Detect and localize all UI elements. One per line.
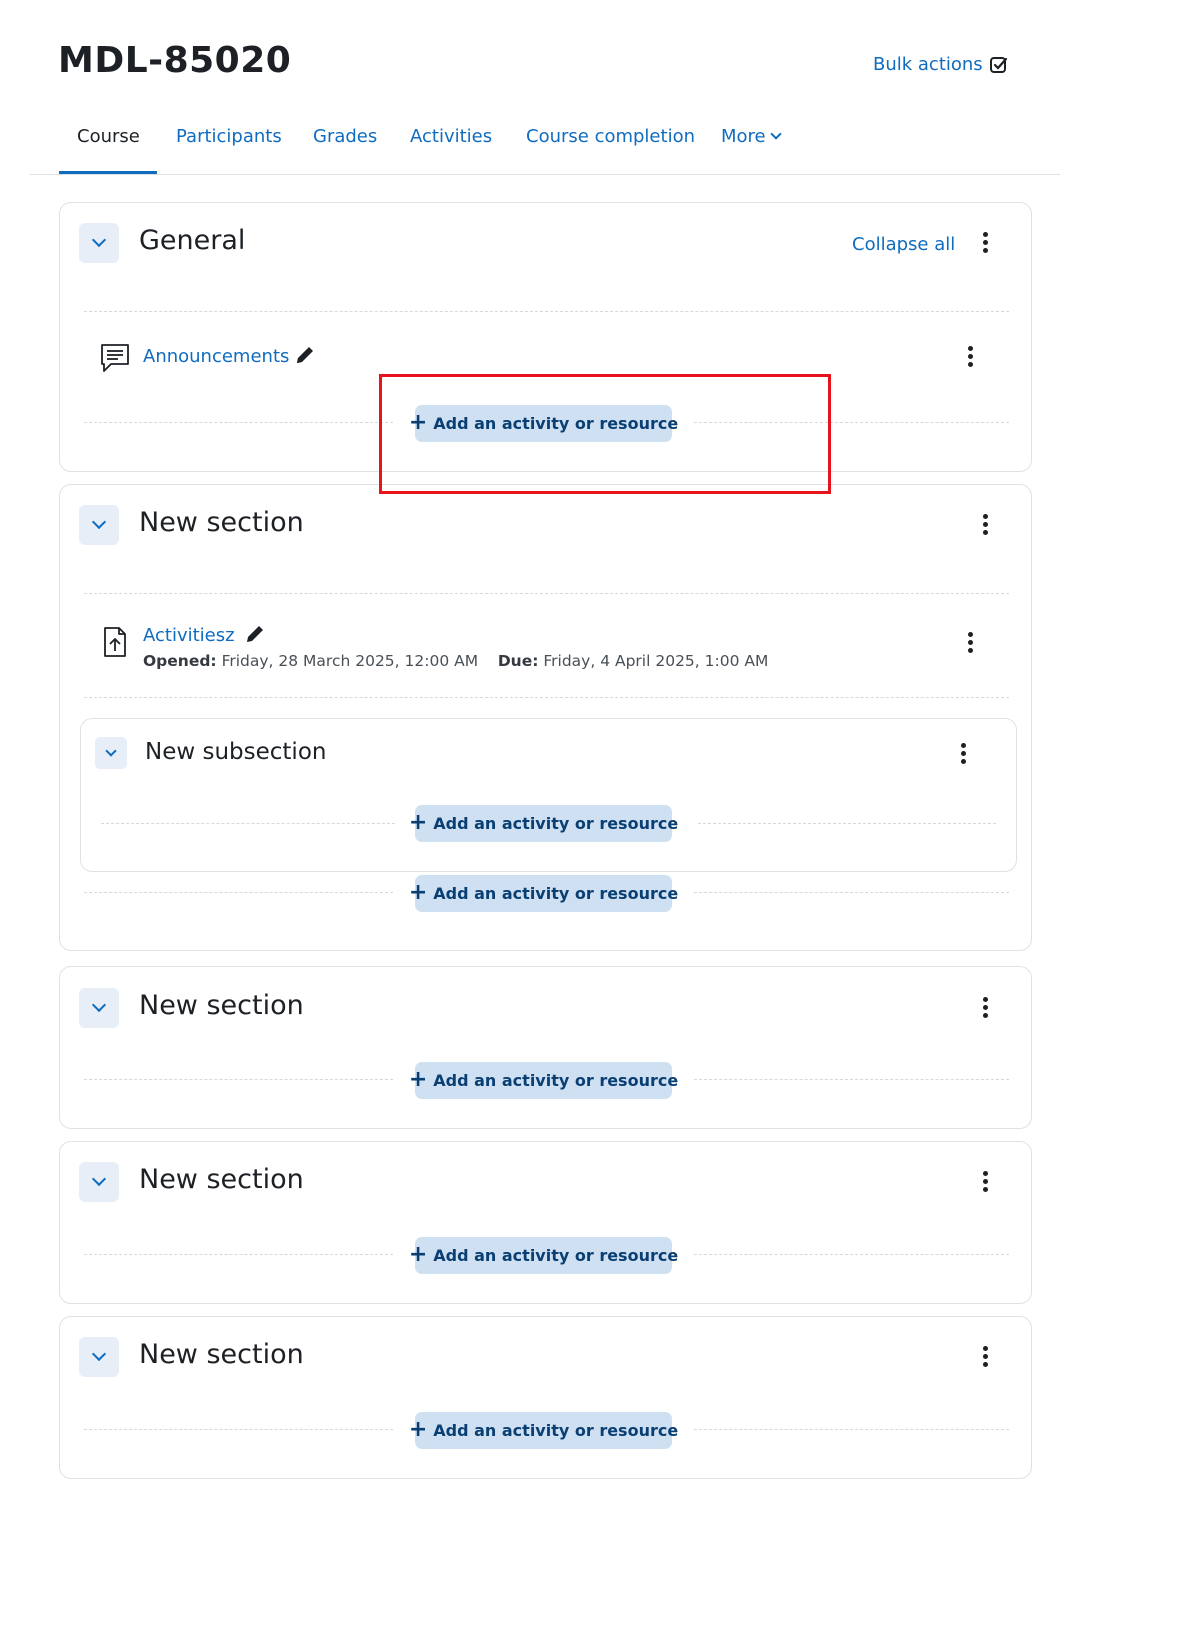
add-activity-button[interactable]: + Add an activity or resource xyxy=(409,875,678,912)
add-activity-label: Add an activity or resource xyxy=(433,884,679,903)
divider xyxy=(84,311,1009,312)
chevron-down-icon xyxy=(91,232,107,248)
tab-grades[interactable]: Grades xyxy=(313,126,377,147)
collapse-all-link[interactable]: Collapse all xyxy=(852,234,955,255)
divider xyxy=(84,1254,393,1255)
divider xyxy=(698,823,996,824)
section-title: General xyxy=(139,225,246,256)
section-title: New section xyxy=(139,990,304,1021)
activity-menu-icon[interactable] xyxy=(958,342,982,370)
active-tab-indicator xyxy=(59,171,157,174)
section-title: New section xyxy=(139,507,304,538)
subsection-menu-icon[interactable] xyxy=(951,739,975,767)
subsection-new-subsection: New subsection + Add an activity or resou… xyxy=(80,718,1017,872)
course-tabs: Course Participants Grades Activities Co… xyxy=(30,112,1060,175)
opened-label: Opened: xyxy=(143,652,217,670)
subsection-toggle-button[interactable] xyxy=(95,737,127,769)
section-toggle-button[interactable] xyxy=(79,223,119,263)
add-activity-button[interactable]: + Add an activity or resource xyxy=(409,805,678,842)
section-menu-icon[interactable] xyxy=(973,1167,997,1195)
edit-pencil-icon[interactable] xyxy=(294,344,316,366)
section-menu-icon[interactable] xyxy=(973,510,997,538)
section-title: New section xyxy=(139,1339,304,1370)
tab-more[interactable]: More xyxy=(721,126,782,147)
divider xyxy=(694,1079,1009,1080)
section-menu-icon[interactable] xyxy=(973,1342,997,1370)
add-activity-label: Add an activity or resource xyxy=(433,814,679,833)
add-activity-label: Add an activity or resource xyxy=(433,1246,679,1265)
assignment-icon xyxy=(104,627,126,657)
divider xyxy=(694,1254,1009,1255)
plus-icon: + xyxy=(408,409,428,435)
chevron-down-icon xyxy=(769,128,782,140)
section-toggle-button[interactable] xyxy=(79,1162,119,1202)
section-general: General Collapse all Announcements + Add … xyxy=(59,202,1032,472)
section-menu-icon[interactable] xyxy=(973,993,997,1021)
section-new-section: New section + Add an activity or resource xyxy=(59,1316,1032,1479)
subsection-title: New subsection xyxy=(145,739,327,765)
bulk-actions-label: Bulk actions xyxy=(873,54,983,75)
add-activity-button[interactable]: + Add an activity or resource xyxy=(409,1412,678,1449)
plus-icon: + xyxy=(408,809,428,835)
chevron-down-icon xyxy=(91,1171,107,1187)
tab-participants[interactable]: Participants xyxy=(176,126,282,147)
bulk-edit-icon xyxy=(989,56,1007,73)
divider xyxy=(694,1429,1009,1430)
chevron-down-icon xyxy=(91,997,107,1013)
section-new-section: New section + Add an activity or resource xyxy=(59,1141,1032,1304)
add-activity-label: Add an activity or resource xyxy=(433,414,679,433)
bulk-actions-button[interactable]: Bulk actions xyxy=(873,54,1009,75)
divider xyxy=(84,1429,393,1430)
tab-activities[interactable]: Activities xyxy=(410,126,492,147)
section-toggle-button[interactable] xyxy=(79,505,119,545)
plus-icon: + xyxy=(408,1416,428,1442)
add-activity-button[interactable]: + Add an activity or resource xyxy=(409,1062,678,1099)
activity-dates: Opened: Friday, 28 March 2025, 12:00 AM … xyxy=(143,652,768,670)
section-menu-icon[interactable] xyxy=(973,228,997,256)
section-toggle-button[interactable] xyxy=(79,988,119,1028)
divider xyxy=(84,593,1009,594)
forum-icon xyxy=(101,344,129,372)
chevron-down-icon xyxy=(91,514,107,530)
section-new-section: New section + Add an activity or resource xyxy=(59,966,1032,1129)
due-value: Friday, 4 April 2025, 1:00 AM xyxy=(543,652,769,670)
section-title: New section xyxy=(139,1164,304,1195)
divider xyxy=(84,697,1009,698)
tab-more-label: More xyxy=(721,126,766,147)
activity-link-activitiesz[interactable]: Activitiesz xyxy=(143,625,235,646)
divider xyxy=(101,823,395,824)
plus-icon: + xyxy=(408,879,428,905)
plus-icon: + xyxy=(408,1066,428,1092)
divider xyxy=(84,892,393,893)
add-activity-label: Add an activity or resource xyxy=(433,1421,679,1440)
add-activity-button[interactable]: + Add an activity or resource xyxy=(409,405,678,442)
chevron-down-icon xyxy=(91,1346,107,1362)
activity-link-announcements[interactable]: Announcements xyxy=(143,346,289,367)
add-activity-button[interactable]: + Add an activity or resource xyxy=(409,1237,678,1274)
tab-course-completion[interactable]: Course completion xyxy=(526,126,695,147)
due-label: Due: xyxy=(497,652,539,670)
page-title: MDL-85020 xyxy=(58,40,292,81)
divider xyxy=(694,422,1009,423)
divider xyxy=(84,422,393,423)
add-activity-label: Add an activity or resource xyxy=(433,1071,679,1090)
section-toggle-button[interactable] xyxy=(79,1337,119,1377)
activity-menu-icon[interactable] xyxy=(958,628,982,656)
divider xyxy=(694,892,1009,893)
divider xyxy=(84,1079,393,1080)
opened-value: Friday, 28 March 2025, 12:00 AM xyxy=(221,652,479,670)
chevron-down-icon xyxy=(105,745,117,757)
edit-pencil-icon[interactable] xyxy=(244,623,266,645)
tab-course[interactable]: Course xyxy=(77,126,140,147)
plus-icon: + xyxy=(408,1241,428,1267)
